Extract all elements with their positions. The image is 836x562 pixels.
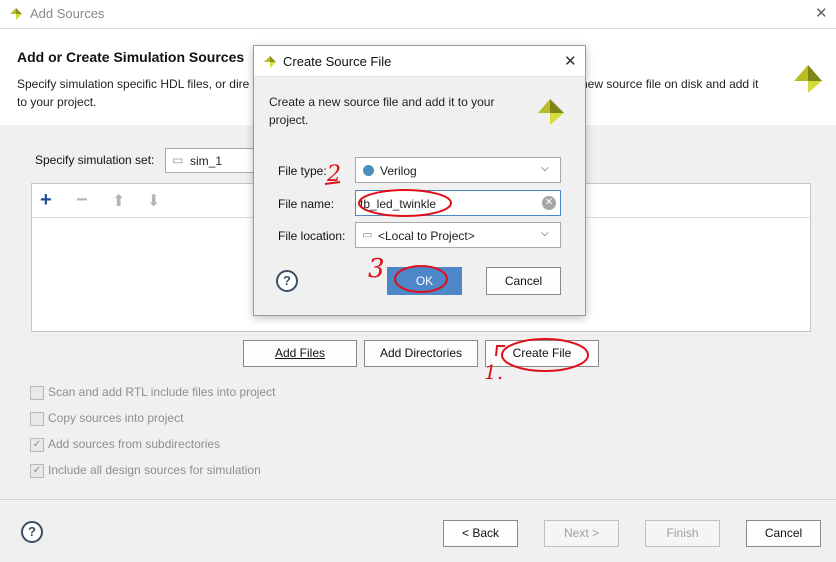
add-directories-button[interactable]: Add Directories — [364, 340, 478, 367]
page-description-line2: to your project. — [17, 95, 97, 109]
back-button[interactable]: < Back — [443, 520, 518, 547]
sim-set-select[interactable]: ▭ sim_1 — [165, 148, 265, 173]
sim-set-label: Specify simulation set: — [35, 153, 155, 167]
vivado-logo-icon — [794, 65, 822, 93]
vivado-logo-icon — [538, 99, 564, 125]
option-include-design-sources[interactable]: ✓ Include all design sources for simulat… — [30, 463, 330, 479]
add-files-button[interactable]: Add Files — [243, 340, 357, 367]
file-name-value: tb_led_twinkle — [360, 197, 437, 211]
file-type-value: Verilog — [380, 164, 417, 178]
create-source-file-dialog: Create Source File ✕ Create a new source… — [253, 45, 586, 316]
chevron-down-icon[interactable]: ⌵ — [541, 228, 549, 239]
window-titlebar: Add Sources ✕ — [0, 0, 836, 28]
cancel-button[interactable]: Cancel — [746, 520, 821, 547]
checkbox-checked[interactable]: ✓ — [30, 464, 44, 478]
file-type-label: File type: — [278, 164, 327, 178]
dialog-close-icon[interactable]: ✕ — [564, 52, 577, 70]
file-type-select[interactable]: Verilog ⌵ — [355, 157, 561, 183]
file-location-select[interactable]: ▭ <Local to Project> ⌵ — [355, 222, 561, 248]
checkbox[interactable] — [30, 412, 44, 426]
file-name-input[interactable]: tb_led_twinkle ✕ — [355, 190, 561, 216]
page-description-right: new source file on disk and add it — [581, 77, 759, 91]
folder-icon: ▭ — [172, 153, 184, 167]
page-title: Add or Create Simulation Sources — [17, 49, 245, 65]
file-name-label: File name: — [278, 197, 335, 211]
option-add-subdirectories[interactable]: ✓ Add sources from subdirectories — [30, 437, 330, 453]
dialog-help-icon[interactable]: ? — [276, 270, 298, 292]
option-scan-rtl[interactable]: Scan and add RTL include files into proj… — [30, 385, 330, 401]
move-down-icon[interactable]: ⬇ — [147, 191, 160, 211]
window-title: Add Sources — [30, 6, 105, 21]
chevron-down-icon[interactable]: ⌵ — [541, 163, 549, 174]
file-location-value: <Local to Project> — [378, 229, 475, 243]
folder-icon: ▭ — [362, 229, 373, 241]
add-icon[interactable]: + — [40, 189, 52, 212]
annotation-mark-1: 1. — [484, 360, 504, 384]
verilog-dot-icon — [363, 165, 374, 176]
vivado-logo-icon — [10, 8, 22, 20]
vivado-logo-icon — [264, 56, 276, 68]
page-description-left: Specify simulation specific HDL files, o… — [17, 77, 250, 91]
finish-button[interactable]: Finish — [645, 520, 720, 547]
annotation-mark-3: 3 — [368, 254, 385, 284]
window-close-icon[interactable]: ✕ — [815, 4, 828, 22]
checkbox[interactable] — [30, 386, 44, 400]
help-icon[interactable]: ? — [21, 521, 43, 543]
dialog-title: Create Source File — [283, 54, 392, 69]
next-button[interactable]: Next > — [544, 520, 619, 547]
clear-icon[interactable]: ✕ — [542, 196, 556, 210]
remove-icon[interactable]: − — [76, 189, 88, 212]
annotation-mark-2: 2 — [327, 162, 341, 187]
move-up-icon[interactable]: ⬆ — [112, 191, 125, 211]
dialog-titlebar: Create Source File ✕ — [254, 46, 585, 77]
dialog-body: Create a new source file and add it to y… — [254, 77, 585, 315]
dialog-cancel-button[interactable]: Cancel — [486, 267, 561, 295]
checkbox-checked[interactable]: ✓ — [30, 438, 44, 452]
sim-set-value: sim_1 — [190, 154, 223, 168]
file-location-label: File location: — [278, 229, 346, 243]
option-copy-sources[interactable]: Copy sources into project — [30, 411, 330, 427]
ok-button[interactable]: OK — [387, 267, 462, 295]
dialog-description: Create a new source file and add it to y… — [269, 95, 495, 127]
